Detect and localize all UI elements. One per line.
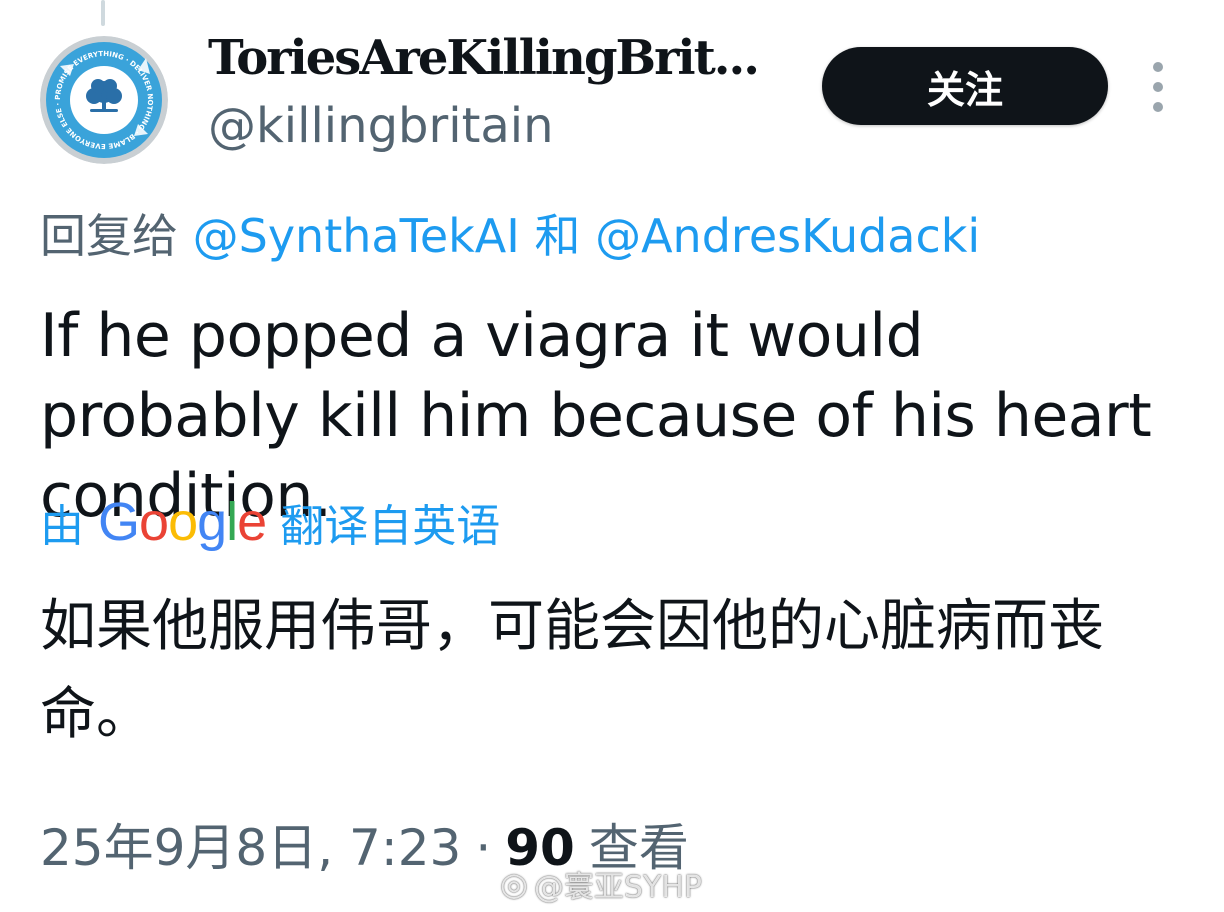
translation-prefix: 由: [40, 501, 84, 552]
weibo-icon: ◎: [500, 865, 528, 903]
google-logo: Google: [98, 491, 267, 553]
more-vertical-icon[interactable]: [1146, 62, 1170, 112]
timestamp[interactable]: 25年9月8日, 7:23: [40, 808, 461, 880]
more-dot: [1153, 102, 1163, 112]
translated-tweet-text: 如果他服用伟哥，可能会因他的心脏病而丧命。: [40, 594, 1104, 747]
avatar[interactable]: PROMISE EVERYTHING · DELIVER NOTHING · B…: [40, 36, 168, 164]
mention-link-andreskudacki[interactable]: @AndresKudacki: [595, 209, 980, 263]
meta-separator: ·: [475, 819, 492, 877]
translation-suffix: 翻译自英语: [280, 501, 501, 552]
watermark: ◎ @寰亚SYHP: [500, 862, 702, 906]
translation-attribution[interactable]: 由 Google 翻译自英语: [40, 490, 500, 554]
google-letter: G: [98, 492, 140, 552]
more-dot: [1153, 62, 1163, 72]
google-letter: g: [197, 492, 227, 552]
google-letter: l: [226, 492, 238, 552]
google-letter: e: [237, 492, 267, 552]
reply-prefix: 回复给: [40, 209, 178, 263]
reply-conjunction: 和: [534, 209, 581, 263]
google-letter: o: [168, 492, 198, 552]
thread-connector-line: [101, 0, 105, 26]
user-handle[interactable]: @killingbritain: [208, 98, 554, 154]
reply-context: 回复给 @SynthaTekAI 和 @AndresKudacki: [40, 200, 980, 266]
tweet-detail: PROMISE EVERYTHING · DELIVER NOTHING · B…: [0, 0, 1224, 912]
more-dot: [1153, 82, 1163, 92]
display-name[interactable]: ToriesAreKillingBrit...: [208, 30, 760, 86]
google-letter: o: [139, 492, 169, 552]
follow-button[interactable]: 关注: [822, 47, 1108, 125]
tree-logo-icon: PROMISE EVERYTHING · DELIVER NOTHING · B…: [40, 36, 168, 164]
watermark-text: @寰亚SYHP: [533, 870, 702, 905]
mention-link-synthatekai[interactable]: @SynthaTekAI: [193, 209, 520, 263]
